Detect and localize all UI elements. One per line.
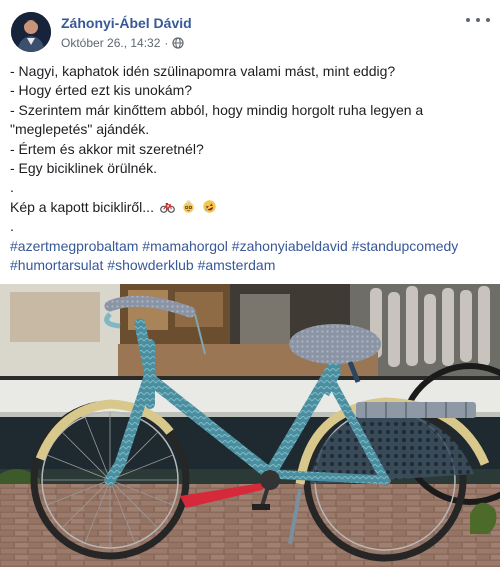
post-line: - Értem és akkor mit szeretnél? [10, 140, 204, 157]
post-line: . [10, 179, 14, 196]
hashtag-link[interactable]: #azertmegprobaltam [10, 238, 138, 254]
hashtag-link[interactable]: #showderklub [107, 257, 193, 273]
post-line: - Nagyi, kaphatok idén szülinapomra vala… [10, 63, 396, 79]
author-avatar[interactable] [11, 12, 51, 52]
post-line: - Hogy érted ezt kis unokám? [10, 82, 193, 99]
hashtags: #azertmegprobaltam #mamahorgol #zahonyia… [10, 237, 490, 276]
more-options-button[interactable] [466, 12, 490, 28]
post-line: - Egy biciklinek örülnék. [10, 160, 158, 177]
more-dots-icon [466, 18, 470, 22]
old-woman-emoji [183, 199, 194, 213]
hashtag-link[interactable]: #standupcomedy [352, 238, 459, 254]
avatar-image [11, 12, 51, 52]
bicycle-photo [0, 284, 500, 567]
hashtag-link[interactable]: #mamahorgol [142, 238, 228, 254]
globe-icon[interactable] [172, 37, 185, 49]
post-header: Záhonyi-Ábel Dávid Október 26., 14:32 · [0, 0, 500, 60]
meta-separator: · [164, 36, 169, 50]
post-meta: Október 26., 14:32 · [61, 36, 185, 50]
bicycle-emoji [159, 202, 175, 213]
post-timestamp[interactable]: Október 26., 14:32 [61, 36, 160, 50]
post-line: - Szerintem már kinőttem abból, hogy min… [10, 101, 424, 138]
post-photo[interactable] [0, 284, 500, 567]
post-line: Kép a kapott bicikliről... [10, 198, 154, 215]
post-line: . [10, 218, 14, 235]
hashtag-link[interactable]: #zahonyiabeldavid [232, 238, 348, 254]
hashtag-link[interactable]: #amsterdam [198, 257, 276, 273]
post-line-with-emojis: Kép a kapott bicikliről... [10, 198, 490, 217]
post-text: - Nagyi, kaphatok idén szülinapomra vala… [10, 62, 490, 275]
rofl-emoji [202, 200, 216, 213]
author-name[interactable]: Záhonyi-Ábel Dávid [61, 15, 192, 31]
hashtag-link[interactable]: #humortarsulat [10, 257, 103, 273]
